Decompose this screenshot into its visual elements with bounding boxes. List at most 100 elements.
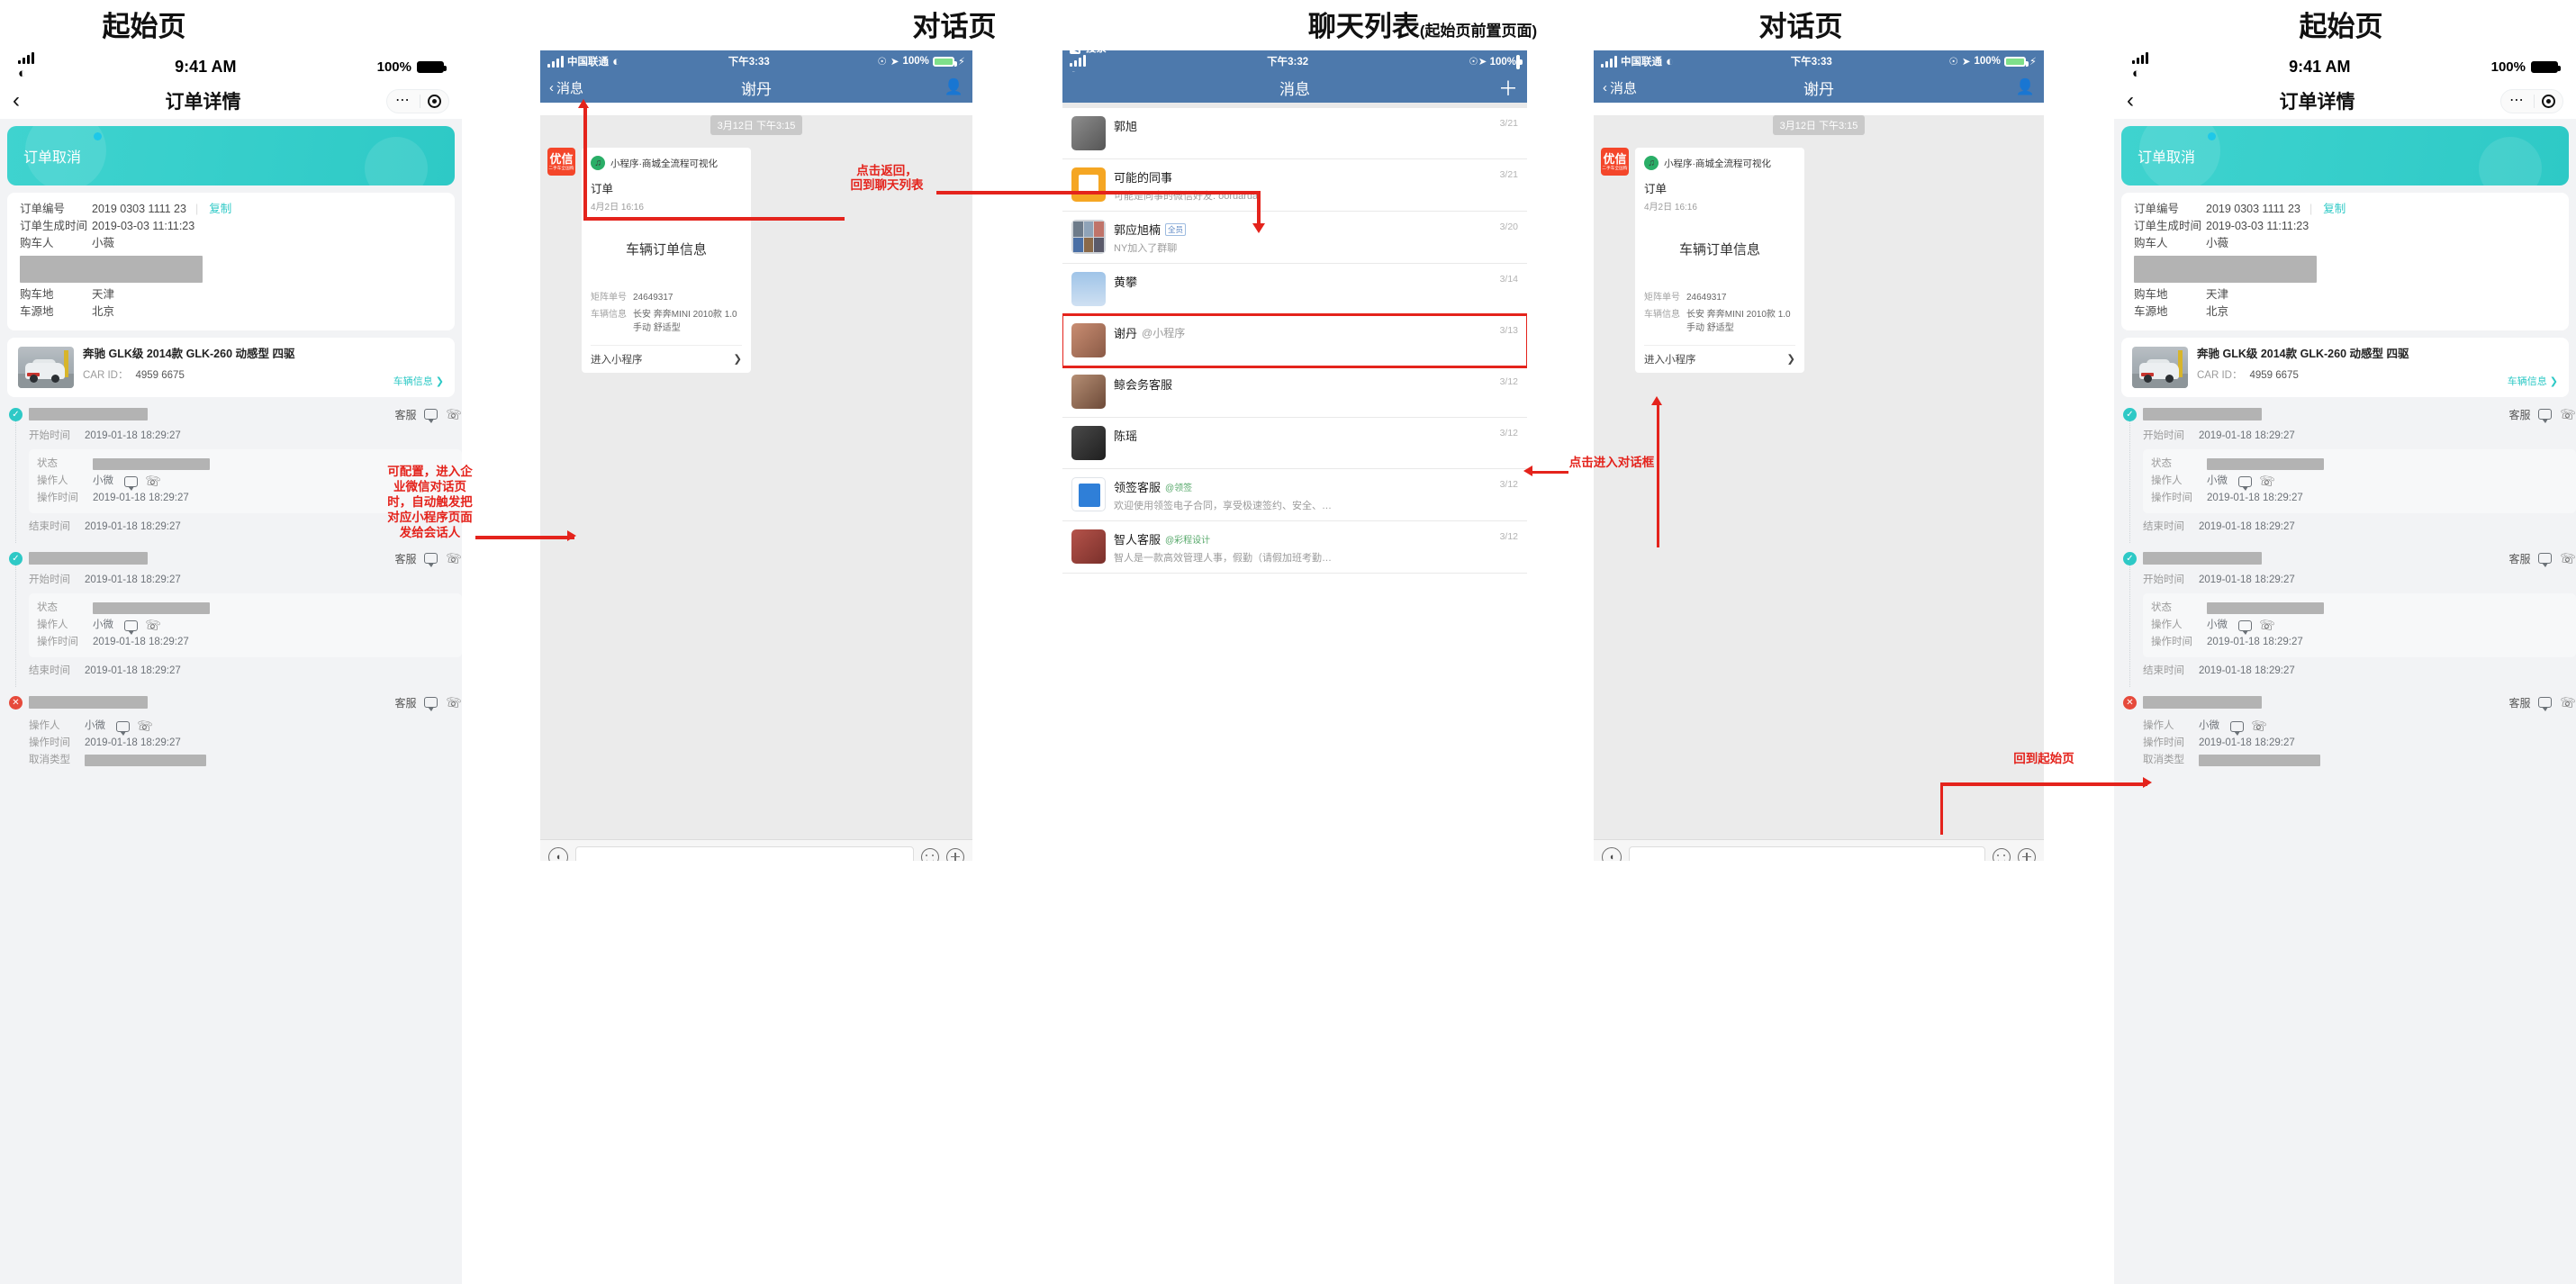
avatar[interactable]: 优信 二手车全国购 — [547, 148, 575, 176]
service-label: 客服 — [394, 408, 417, 421]
phone-icon[interactable]: ☏ — [445, 405, 462, 422]
avatar[interactable] — [1071, 477, 1106, 511]
service-label: 客服 — [394, 552, 417, 565]
more-dots-icon[interactable]: ⋯ — [387, 94, 420, 108]
copy-button[interactable]: 复制 — [2323, 201, 2346, 218]
chat-item-name: 谢丹 — [1114, 327, 1138, 340]
message-input[interactable] — [575, 846, 914, 861]
phone-icon[interactable]: ☏ — [445, 693, 462, 710]
person-icon[interactable]: 👤 — [2016, 78, 2035, 96]
back-icon[interactable]: ◀ — [1070, 50, 1080, 54]
chat-icon[interactable] — [2538, 409, 2553, 423]
chat-item-name: 陈瑶 — [1114, 430, 1138, 443]
mini-program-enter[interactable]: 进入小程序 ❯ — [591, 345, 742, 373]
avatar[interactable] — [1071, 116, 1106, 150]
chat-list-item[interactable]: 黄攀 3/14 — [1062, 264, 1527, 315]
chat-list-item[interactable]: 智人客服 @彩程设计 智人是一款高效管理人事，假勤（请假加班考勤… 3/12 — [1062, 521, 1527, 574]
info-row-source-city: 车源地 北京 — [2134, 305, 2229, 318]
phone-icon[interactable]: ☏ — [2258, 472, 2276, 491]
chat-list-item[interactable]: 谢丹 @小程序 3/13 — [1062, 313, 1527, 368]
capsule-menu[interactable]: ⋯ — [2500, 88, 2563, 113]
avatar[interactable] — [1071, 529, 1106, 564]
chat-item-time: 3/21 — [1499, 118, 1518, 129]
phone-icon[interactable]: ☏ — [2559, 693, 2576, 710]
timeline-item: ✓ 客服 ☏ 开始时间 2019-01-18 18:29:27 状态 操作人 小… — [2123, 405, 2576, 543]
chat-icon[interactable] — [424, 553, 438, 567]
car-card[interactable]: 奔驰 GLK级 2014款 GLK-260 动感型 四驱 CAR ID： 4959… — [2121, 338, 2569, 397]
phone-icon[interactable]: ☏ — [2559, 549, 2576, 566]
avatar[interactable] — [1071, 375, 1106, 409]
avatar[interactable] — [1071, 220, 1106, 254]
target-circle-icon[interactable] — [2535, 94, 2562, 108]
car-card[interactable]: 奔驰 GLK级 2014款 GLK-260 动感型 四驱 CAR ID： 4959… — [7, 338, 455, 397]
chat-icon[interactable] — [116, 720, 130, 736]
timeline-row-operator: 操作人 小微 ☏ — [2143, 717, 2268, 736]
mini-program-enter[interactable]: 进入小程序 ❯ — [1644, 345, 1795, 373]
plus-icon[interactable] — [946, 847, 964, 861]
message-row: 优信 二手车全国购 ♫ 小程序·商城全流程可视化 订单 4月2日 16:16 车… — [1594, 135, 2044, 373]
arrow-right-icon — [2143, 777, 2152, 788]
chat-icon[interactable] — [424, 697, 438, 711]
chat-item-tag: 全员 — [1165, 222, 1187, 236]
car-id: CAR ID： 4959 6675 — [2197, 370, 2299, 381]
plus-icon[interactable] — [2018, 847, 2036, 861]
avatar[interactable] — [1071, 167, 1106, 202]
emoji-icon[interactable] — [921, 847, 939, 861]
mini-program-card[interactable]: ♫ 小程序·商城全流程可视化 订单 4月2日 16:16 车辆订单信息 矩阵单号… — [1635, 148, 1804, 373]
phone-icon[interactable]: ☏ — [2258, 616, 2276, 635]
chat-list-item[interactable]: 可能的同事 可能是同事的微信好友: ooruarua 3/21 — [1062, 159, 1527, 212]
order-status-banner: 订单取消 — [2121, 126, 2569, 185]
chat-icon[interactable] — [2238, 619, 2252, 635]
copy-button[interactable]: 复制 — [209, 201, 231, 218]
back-to-messages-button[interactable]: ‹ 消息 — [1603, 78, 1637, 97]
car-info-link[interactable]: 车辆信息 ❯ — [393, 374, 444, 388]
voice-icon[interactable]: ◖ — [548, 846, 568, 861]
avatar[interactable]: 优信 二手车全国购 — [1601, 148, 1629, 176]
phone-icon[interactable]: ☏ — [144, 616, 162, 635]
chat-icon[interactable] — [2538, 697, 2553, 711]
chat-list-item[interactable]: 领签客服 @领签 欢迎使用领签电子合同，享受极速签约、安全、… 3/12 — [1062, 469, 1527, 521]
person-icon[interactable]: 👤 — [945, 78, 963, 96]
phone-icon[interactable]: ☏ — [144, 472, 162, 491]
avatar[interactable] — [1071, 272, 1106, 306]
voice-icon[interactable]: ◖ — [1602, 846, 1622, 861]
annotation-line — [936, 191, 1261, 194]
back-to-messages-button[interactable]: ‹ 消息 — [549, 78, 583, 97]
chat-icon[interactable] — [2238, 475, 2252, 491]
phone-icon[interactable]: ☏ — [2559, 405, 2576, 422]
chat-icon[interactable] — [2538, 553, 2553, 567]
phone-icon[interactable]: ☏ — [136, 717, 154, 736]
capsule-menu[interactable]: ⋯ — [386, 88, 449, 113]
plus-icon[interactable]: ＋ — [1498, 73, 1518, 102]
phone-icon[interactable]: ☏ — [445, 549, 462, 566]
chat-item-source: @彩程设计 — [1165, 536, 1211, 546]
target-circle-icon[interactable] — [420, 94, 448, 108]
back-button[interactable]: ‹ — [2127, 90, 2134, 112]
chat-item-name: 郭旭 — [1114, 120, 1138, 133]
page-title: 订单详情 — [165, 92, 241, 113]
chat-list-item[interactable]: 郭旭 3/21 — [1062, 108, 1527, 159]
status-time: 下午3:33 — [728, 57, 770, 68]
message-input[interactable] — [1629, 846, 1985, 861]
avatar[interactable] — [1071, 426, 1106, 460]
mini-program-date: 4月2日 16:16 — [591, 203, 644, 212]
chat-icon[interactable] — [2230, 720, 2244, 736]
mini-program-card[interactable]: ♫ 小程序·商城全流程可视化 订单 4月2日 16:16 车辆订单信息 矩阵单号… — [582, 148, 751, 373]
chat-list-item[interactable]: 鲸会务客服 3/12 — [1062, 366, 1527, 418]
back-button[interactable]: ‹ — [13, 90, 20, 112]
more-dots-icon[interactable]: ⋯ — [2501, 94, 2534, 108]
car-info-link[interactable]: 车辆信息 ❯ — [2508, 374, 2558, 388]
phone-icon[interactable]: ☏ — [2250, 717, 2268, 736]
car-photo — [18, 347, 74, 388]
redacted-status-title — [29, 696, 148, 709]
chat-list-item[interactable]: 陈瑶 3/12 — [1062, 418, 1527, 469]
redacted-status-title — [29, 552, 148, 565]
chat-icon[interactable] — [424, 409, 438, 423]
emoji-icon[interactable] — [1993, 847, 2011, 861]
chat-icon[interactable] — [124, 475, 138, 491]
avatar[interactable] — [1071, 323, 1106, 357]
mini-program-big-title: 车辆订单信息 — [625, 242, 707, 258]
chat-list-item[interactable]: 郭应旭楠 全员 NY加入了群聊 3/20 — [1062, 212, 1527, 264]
info-row-buyer: 购车人 小薇 — [2134, 237, 2229, 249]
chat-icon[interactable] — [124, 619, 138, 635]
